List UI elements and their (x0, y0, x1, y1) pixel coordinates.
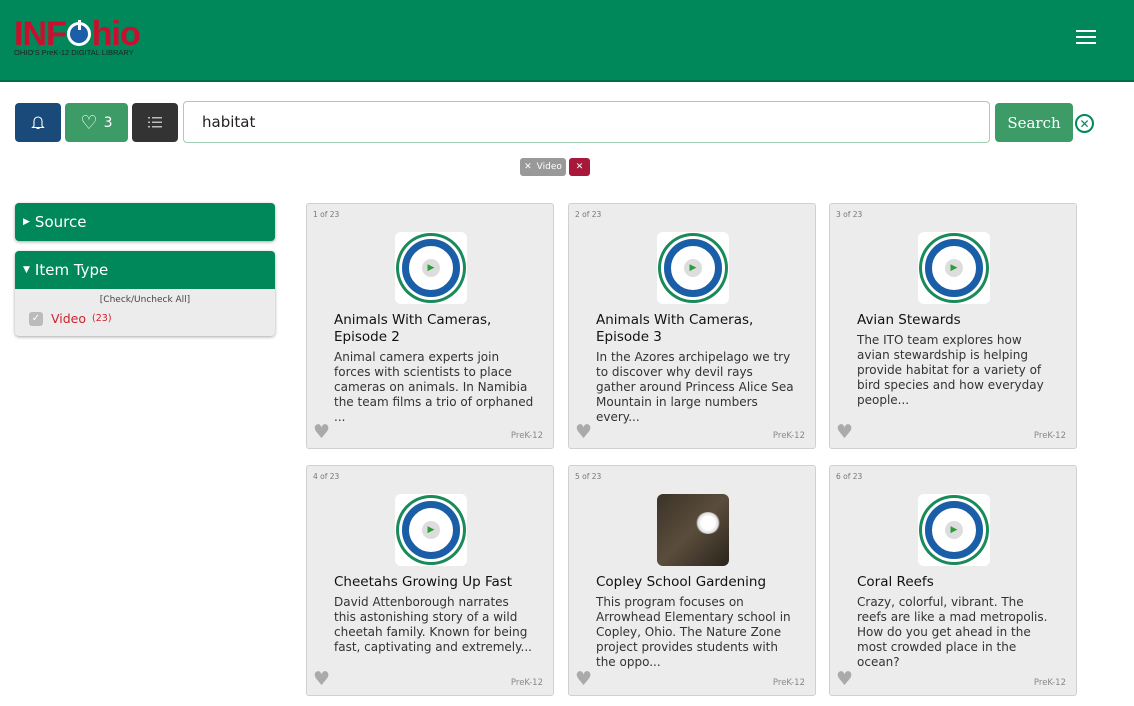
play-icon: ▶ (945, 521, 963, 539)
thumbnail[interactable] (657, 494, 729, 566)
result-index: 3 of 23 (836, 210, 863, 219)
digital-video-collection-logo: ▶ (402, 239, 460, 297)
heart-icon[interactable]: ♥ (313, 670, 330, 689)
bell-icon (31, 116, 45, 130)
power-icon (66, 20, 91, 46)
close-icon: ✕ (575, 162, 584, 172)
heart-icon[interactable]: ♥ (836, 670, 853, 689)
thumbnail[interactable]: ▶ (657, 232, 729, 304)
grade-level: PreK-12 (772, 431, 805, 441)
header: INF hio OHIO'S PreK-12 DIGITAL LIBRARY (0, 0, 1134, 82)
result-title[interactable]: Coral Reefs (857, 574, 1057, 591)
source-toggle[interactable]: ▶ Source (15, 203, 275, 241)
video-thumbnail (657, 494, 729, 566)
thumbnail[interactable]: ▶ (395, 232, 467, 304)
option-count: (23) (92, 313, 112, 324)
result-description: Crazy, colorful, vibrant. The reefs are … (857, 595, 1048, 669)
filter-option-video[interactable]: ✓ Video (23) (29, 311, 275, 326)
caret-down-icon: ▼ (23, 265, 30, 275)
caret-right-icon: ▶ (23, 217, 30, 227)
source-label: Source (34, 213, 87, 231)
result-card[interactable]: 4 of 23 ▶ Cheetahs Growing Up Fast David… (306, 465, 554, 696)
heart-icon: ♡ (80, 111, 98, 134)
result-index: 6 of 23 (836, 472, 863, 481)
digital-video-collection-logo: ▶ (925, 501, 983, 559)
logo-subtitle: OHIO'S PreK-12 DIGITAL LIBRARY (14, 48, 134, 57)
clear-search-icon[interactable]: ✕ (1075, 114, 1094, 133)
heart-icon[interactable]: ♥ (313, 423, 330, 442)
grade-level: PreK-12 (510, 431, 543, 441)
digital-video-collection-logo: ▶ (402, 501, 460, 559)
play-icon: ▶ (422, 259, 440, 277)
checkbox[interactable]: ✓ (29, 311, 43, 326)
result-title[interactable]: Avian Stewards (857, 312, 1057, 329)
result-index: 2 of 23 (575, 210, 602, 219)
result-card[interactable]: 1 of 23 ▶ Animals With Cameras, Episode … (306, 203, 554, 449)
search-button[interactable]: Search (995, 103, 1073, 142)
heart-icon[interactable]: ♥ (836, 423, 853, 442)
item-type-filter-panel: ▼ Item Type [Check/Uncheck All] ✓ Video (… (15, 251, 275, 336)
remove-all-filters-button[interactable]: ✕ (569, 158, 590, 176)
filter-tag-video[interactable]: ✕ Video (520, 158, 566, 176)
result-card[interactable]: 6 of 23 ▶ Coral Reefs Crazy, colorful, v… (829, 465, 1077, 696)
source-filter-panel: ▶ Source (15, 203, 275, 241)
result-card[interactable]: 3 of 23 ▶ Avian Stewards The ITO team ex… (829, 203, 1077, 449)
option-label: Video (51, 311, 87, 326)
grade-level: PreK-12 (510, 678, 543, 688)
heart-icon[interactable]: ♥ (575, 670, 592, 689)
thumbnail[interactable]: ▶ (918, 494, 990, 566)
result-title[interactable]: Cheetahs Growing Up Fast (334, 574, 534, 591)
result-title[interactable]: Animals With Cameras, Episode 2 (334, 312, 534, 346)
result-card[interactable]: 5 of 23 Copley School Gardening This pro… (568, 465, 816, 696)
grade-level: PreK-12 (1033, 431, 1066, 441)
result-description: David Attenborough narrates this astonis… (334, 595, 532, 654)
grade-level: PreK-12 (772, 678, 805, 688)
result-index: 4 of 23 (313, 472, 340, 481)
play-icon: ▶ (422, 521, 440, 539)
result-card[interactable]: 2 of 23 ▶ Animals With Cameras, Episode … (568, 203, 816, 449)
thumbnail[interactable]: ▶ (395, 494, 467, 566)
menu-icon[interactable] (1076, 30, 1096, 46)
result-index: 5 of 23 (575, 472, 602, 481)
result-title[interactable]: Animals With Cameras, Episode 3 (596, 312, 796, 346)
play-icon: ▶ (945, 259, 963, 277)
check-uncheck-all[interactable]: [Check/Uncheck All] (15, 295, 275, 305)
result-description: The ITO team explores how avian stewards… (857, 333, 1044, 407)
notifications-button[interactable] (15, 103, 61, 142)
result-description: Animal camera experts join forces with s… (334, 350, 534, 424)
item-type-toggle[interactable]: ▼ Item Type (15, 251, 275, 289)
item-type-label: Item Type (34, 261, 109, 279)
result-description: In the Azores archipelago we try to disc… (596, 350, 794, 424)
result-title[interactable]: Copley School Gardening (596, 574, 796, 591)
close-icon: ✕ (524, 162, 532, 172)
digital-video-collection-logo: ▶ (925, 239, 983, 297)
digital-video-collection-logo: ▶ (664, 239, 722, 297)
filter-tag-label: Video (536, 162, 562, 172)
play-icon: ▶ (684, 259, 702, 277)
search-input[interactable] (183, 101, 990, 143)
favorites-count: 3 (103, 114, 113, 131)
result-description: This program focuses on Arrowhead Elemen… (596, 595, 791, 669)
heart-icon[interactable]: ♥ (575, 423, 592, 442)
result-index: 1 of 23 (313, 210, 340, 219)
infohio-logo[interactable]: INF hio OHIO'S PreK-12 DIGITAL LIBRARY (14, 17, 141, 57)
thumbnail[interactable]: ▶ (918, 232, 990, 304)
list-button[interactable] (132, 103, 178, 142)
grade-level: PreK-12 (1033, 678, 1066, 688)
list-icon (148, 117, 162, 128)
favorites-button[interactable]: ♡ 3 (65, 103, 128, 142)
